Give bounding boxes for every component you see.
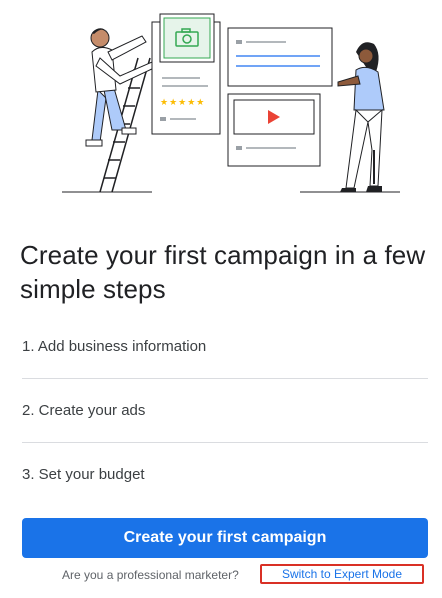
create-campaign-button[interactable]: Create your first campaign: [22, 518, 428, 558]
switch-to-expert-mode-link[interactable]: Switch to Expert Mode: [260, 564, 424, 584]
man-figure: [85, 28, 155, 147]
ad-card-video: [227, 93, 321, 167]
expert-mode-footer: Are you a professional marketer? Switch …: [0, 564, 442, 586]
ad-card-text: [227, 27, 333, 87]
page-title: Create your first campaign in a few simp…: [20, 240, 426, 304]
ad-card-image: ★★★★★: [151, 13, 221, 135]
step-create-ads: 2. Create your ads: [22, 402, 146, 419]
rating-stars: ★★★★★: [160, 98, 205, 108]
woman-figure: [337, 42, 385, 192]
step-set-budget: 3. Set your budget: [22, 466, 145, 483]
step-divider: [22, 442, 428, 443]
hero-illustration: ★★★★★: [62, 13, 400, 193]
step-divider: [22, 378, 428, 379]
step-add-business-info: 1. Add business information: [22, 338, 207, 355]
professional-marketer-question: Are you a professional marketer?: [62, 568, 239, 582]
